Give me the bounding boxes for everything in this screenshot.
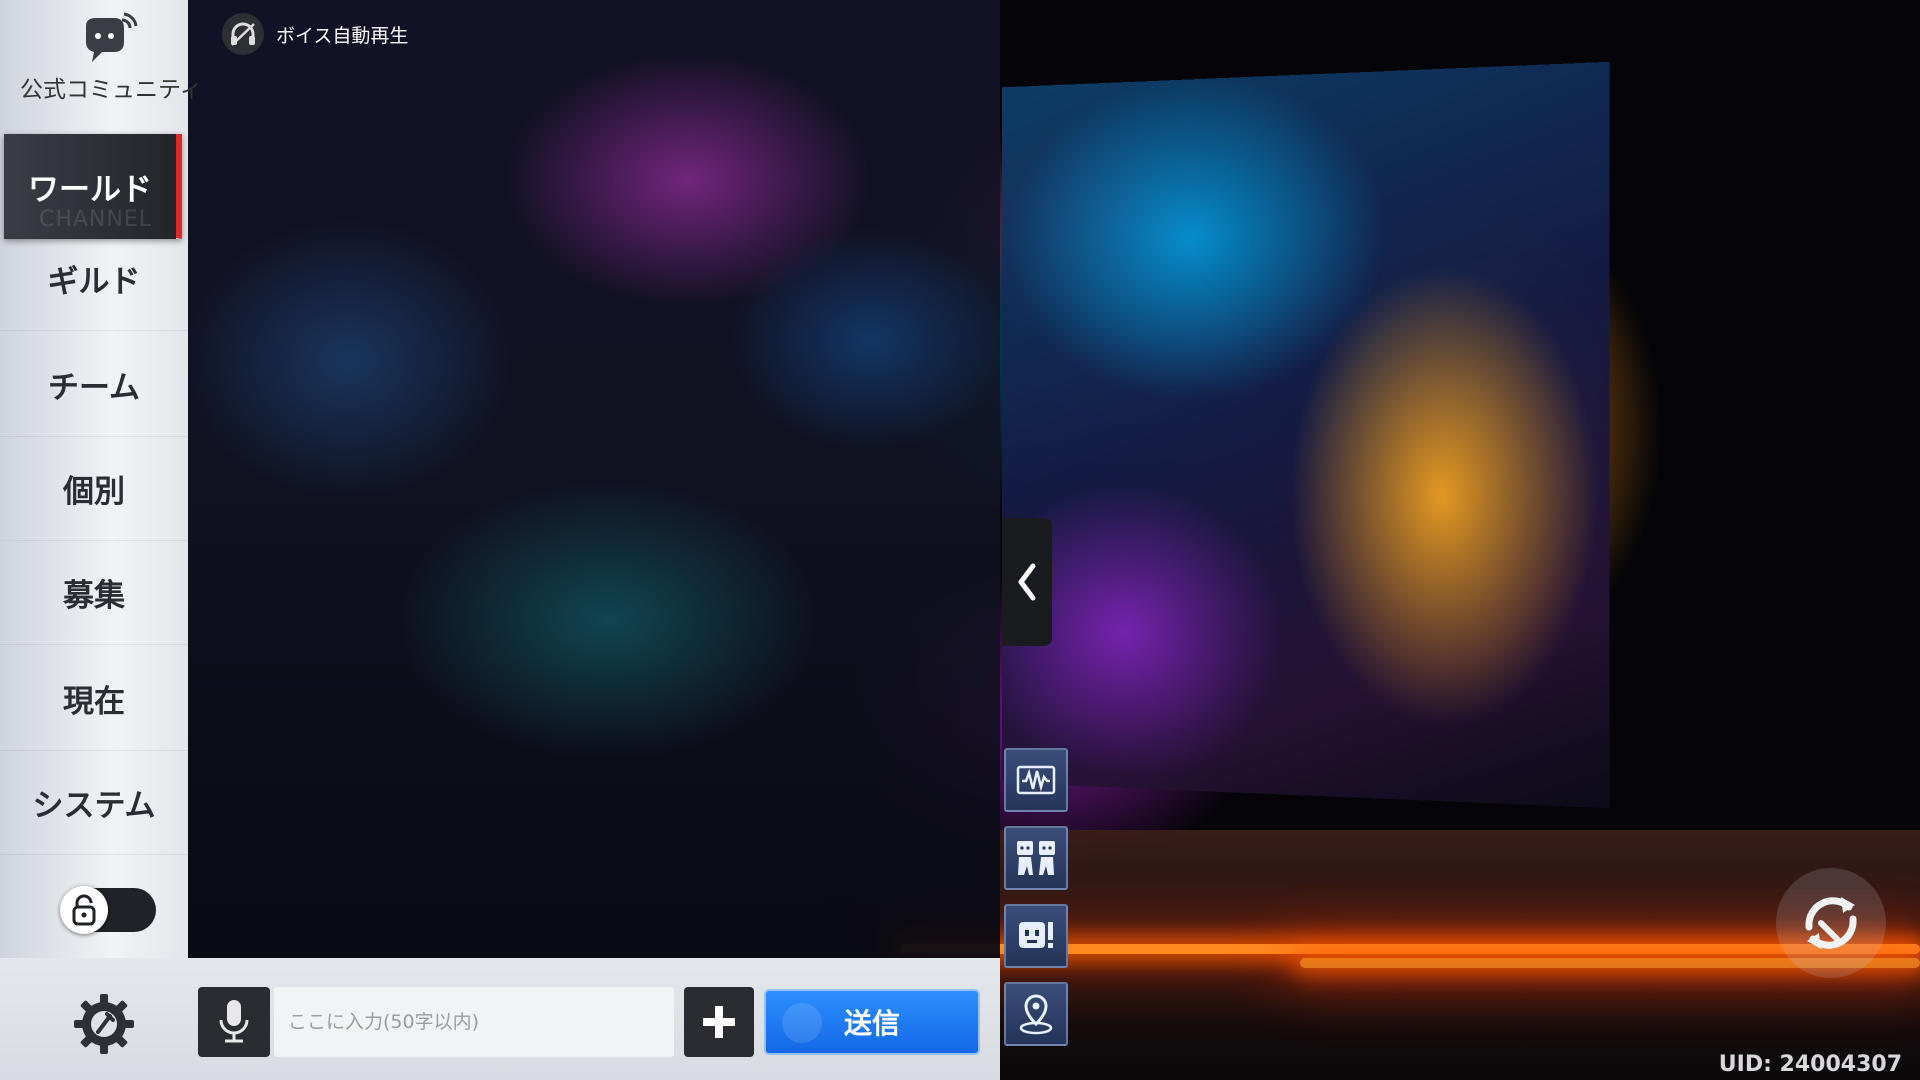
stage-floor [1000,830,1920,1080]
emote-button[interactable] [1004,904,1068,968]
official-community-button[interactable]: 公式コミュニティ [0,0,200,130]
voice-autoplay-label: ボイス自動再生 [276,24,409,47]
lock-toggle[interactable] [60,886,156,934]
gear-wrench-icon [74,994,134,1054]
chat-panel [188,0,1000,958]
soundwave-icon [1016,765,1056,795]
neon-city-screen [1002,61,1610,809]
location-pin-icon [1019,994,1053,1035]
microphone-button[interactable] [198,987,270,1057]
microphone-icon [219,1000,249,1043]
tab-private-label: 個別 [63,473,125,510]
rotate-refresh-icon [1805,897,1857,949]
add-attachment-button[interactable] [684,987,754,1057]
official-community-label: 公式コミュニティ [20,77,200,103]
send-button-label: 送信 [843,1007,900,1040]
lock-icon [60,886,108,934]
send-button[interactable]: 送信 [766,991,978,1053]
chat-message-input[interactable] [274,987,674,1057]
tab-team[interactable]: チーム [0,332,188,437]
tab-recruit-label: 募集 [63,577,125,614]
settings-button[interactable] [72,992,136,1056]
tab-system[interactable]: システム [0,750,188,855]
location-share-button[interactable] [1004,982,1068,1046]
user-id-label: UID: 24004307 [1718,1052,1902,1077]
tab-current[interactable]: 現在 [0,646,188,751]
chevron-left-icon [1018,563,1036,601]
send-bubble-icon [782,1003,822,1043]
voice-autoplay-toggle[interactable]: ボイス自動再生 [222,13,409,55]
tab-private[interactable]: 個別 [0,436,188,541]
tab-guild-label: ギルド [47,263,141,300]
collapse-panel-button[interactable] [1002,518,1052,646]
emote-icon [1019,922,1053,948]
channel-sidebar: 公式コミュニティ ワールド CHANNEL ギルド チーム 個別 募集 現在 シ… [0,0,200,958]
two-characters-icon [1017,841,1055,875]
plus-icon [703,1006,735,1038]
camera-reset-button[interactable] [1776,868,1886,978]
chat-bubble-icon [86,12,138,62]
tab-team-label: チーム [47,369,141,406]
voice-wave-button[interactable] [1004,748,1068,812]
headphones-icon [222,13,264,55]
tab-system-label: システム [32,787,156,824]
tab-world[interactable]: ワールド CHANNEL [4,134,182,239]
tab-world-label: ワールド [28,171,152,208]
team-invite-button[interactable] [1004,826,1068,890]
tab-recruit[interactable]: 募集 [0,540,188,645]
tab-current-label: 現在 [63,683,125,720]
tab-guild[interactable]: ギルド [0,226,188,331]
